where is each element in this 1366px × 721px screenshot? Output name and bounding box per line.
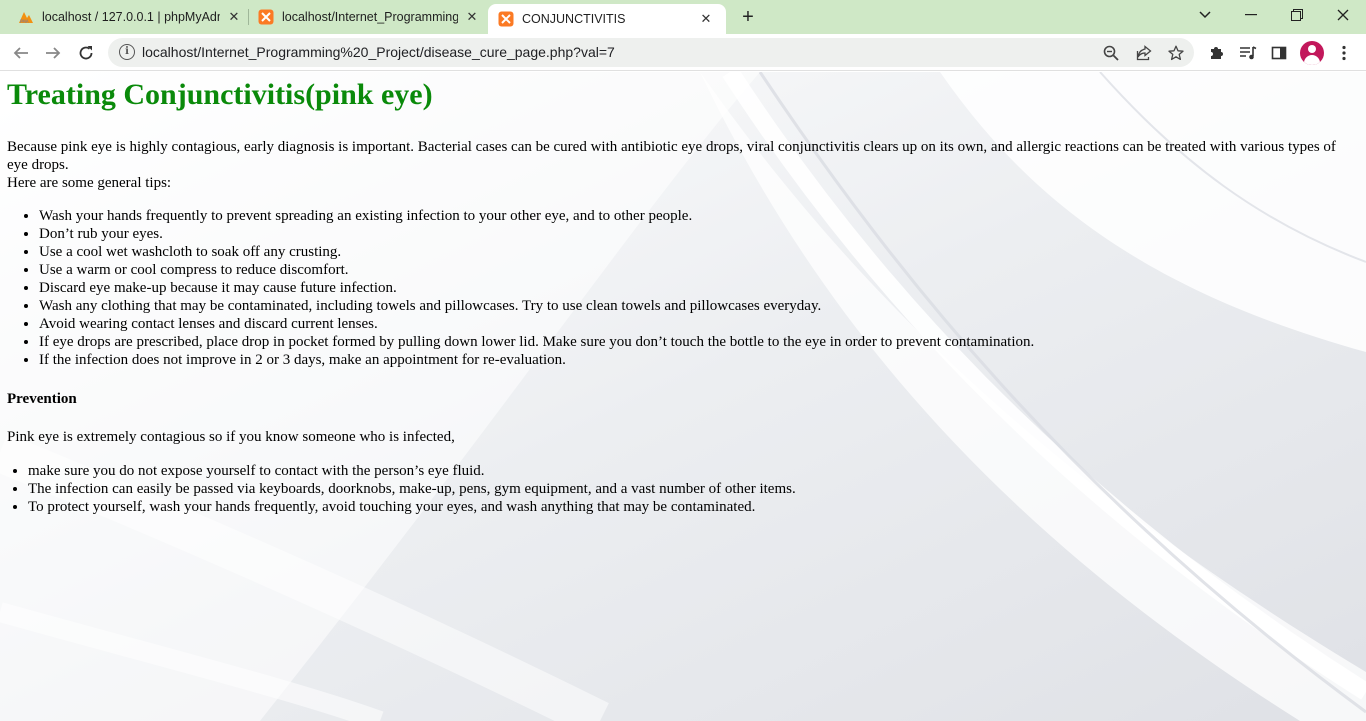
tab-conjunctivitis[interactable]: CONJUNCTIVITIS ✕ [488,4,726,34]
list-item: If eye drops are prescribed, place drop … [39,333,1357,351]
side-panel-icon[interactable] [1267,41,1291,65]
avatar-body [1304,55,1320,65]
xampp-icon [498,11,514,27]
browser-toolbar: i localhost/Internet_Programming%20_Proj… [0,34,1366,71]
page-heading: Treating Conjunctivitis(pink eye) [7,78,433,111]
tab-title: localhost/Internet_Programming%20_Projec… [282,10,458,24]
back-icon[interactable] [8,40,34,66]
list-item: make sure you do not expose yourself to … [28,462,1357,480]
tab-project[interactable]: localhost/Internet_Programming%20_Projec… [258,0,480,34]
tab-title: CONJUNCTIVITIS [522,12,626,26]
tab-title: localhost / 127.0.0.1 | phpMyAdmin [42,10,220,24]
list-item: Wash any clothing that may be contaminat… [39,297,1357,315]
list-item: To protect yourself, wash your hands fre… [28,498,1357,516]
list-item: Wash your hands frequently to prevent sp… [39,207,1357,225]
list-item: Avoid wearing contact lenses and discard… [39,315,1357,333]
tips-list: Wash your hands frequently to prevent sp… [7,207,1357,369]
menu-kebab-icon[interactable] [1332,41,1356,65]
media-queue-icon[interactable] [1236,41,1260,65]
close-icon[interactable]: ✕ [464,9,480,25]
prevention-list: make sure you do not expose yourself to … [7,462,1357,516]
new-tab-button[interactable]: + [737,6,759,28]
close-icon[interactable]: ✕ [226,9,242,25]
prevention-intro: Pink eye is extremely contagious so if y… [7,429,455,445]
share-icon[interactable] [1134,43,1154,63]
minimize-icon[interactable] [1228,0,1274,30]
restore-icon[interactable] [1274,0,1320,30]
bookmark-star-icon[interactable] [1166,43,1186,63]
list-item: The infection can easily be passed via k… [28,480,1357,498]
tab-search-chevron-icon[interactable] [1182,0,1228,30]
list-item: Discard eye make-up because it may cause… [39,279,1357,297]
close-icon[interactable]: ✕ [698,11,714,27]
zoom-icon[interactable] [1101,43,1121,63]
xampp-icon [258,9,274,25]
address-bar[interactable]: i localhost/Internet_Programming%20_Proj… [108,38,1194,67]
avatar-head [1308,45,1316,53]
list-item: Use a warm or cool compress to reduce di… [39,261,1357,279]
list-item: Don’t rub your eyes. [39,225,1357,243]
tips-intro-text: Here are some general tips: [7,175,172,191]
info-icon[interactable]: i [119,44,135,60]
close-window-icon[interactable] [1320,0,1366,30]
tab-separator [248,9,249,25]
page-viewport: Treating Conjunctivitis(pink eye) Becaus… [0,72,1366,721]
profile-avatar[interactable] [1300,41,1324,65]
intro-text: Because pink eye is highly contagious, e… [7,139,1336,173]
reload-icon[interactable] [73,40,99,66]
url-text[interactable]: localhost/Internet_Programming%20_Projec… [142,44,615,60]
forward-icon[interactable] [40,40,66,66]
phpmyadmin-icon: PMA [18,9,34,25]
tab-phpmyadmin[interactable]: PMA localhost / 127.0.0.1 | phpMyAdmin ✕ [18,0,242,34]
prevention-heading: Prevention [7,391,77,407]
tab-strip: PMA localhost / 127.0.0.1 | phpMyAdmin ✕… [0,0,1366,34]
list-item: If the infection does not improve in 2 o… [39,351,1357,369]
list-item: Use a cool wet washcloth to soak off any… [39,243,1357,261]
intro-paragraph: Because pink eye is highly contagious, e… [7,138,1357,192]
page-content: Treating Conjunctivitis(pink eye) Becaus… [7,72,1357,516]
extensions-icon[interactable] [1204,41,1228,65]
svg-text:PMA: PMA [20,19,29,24]
